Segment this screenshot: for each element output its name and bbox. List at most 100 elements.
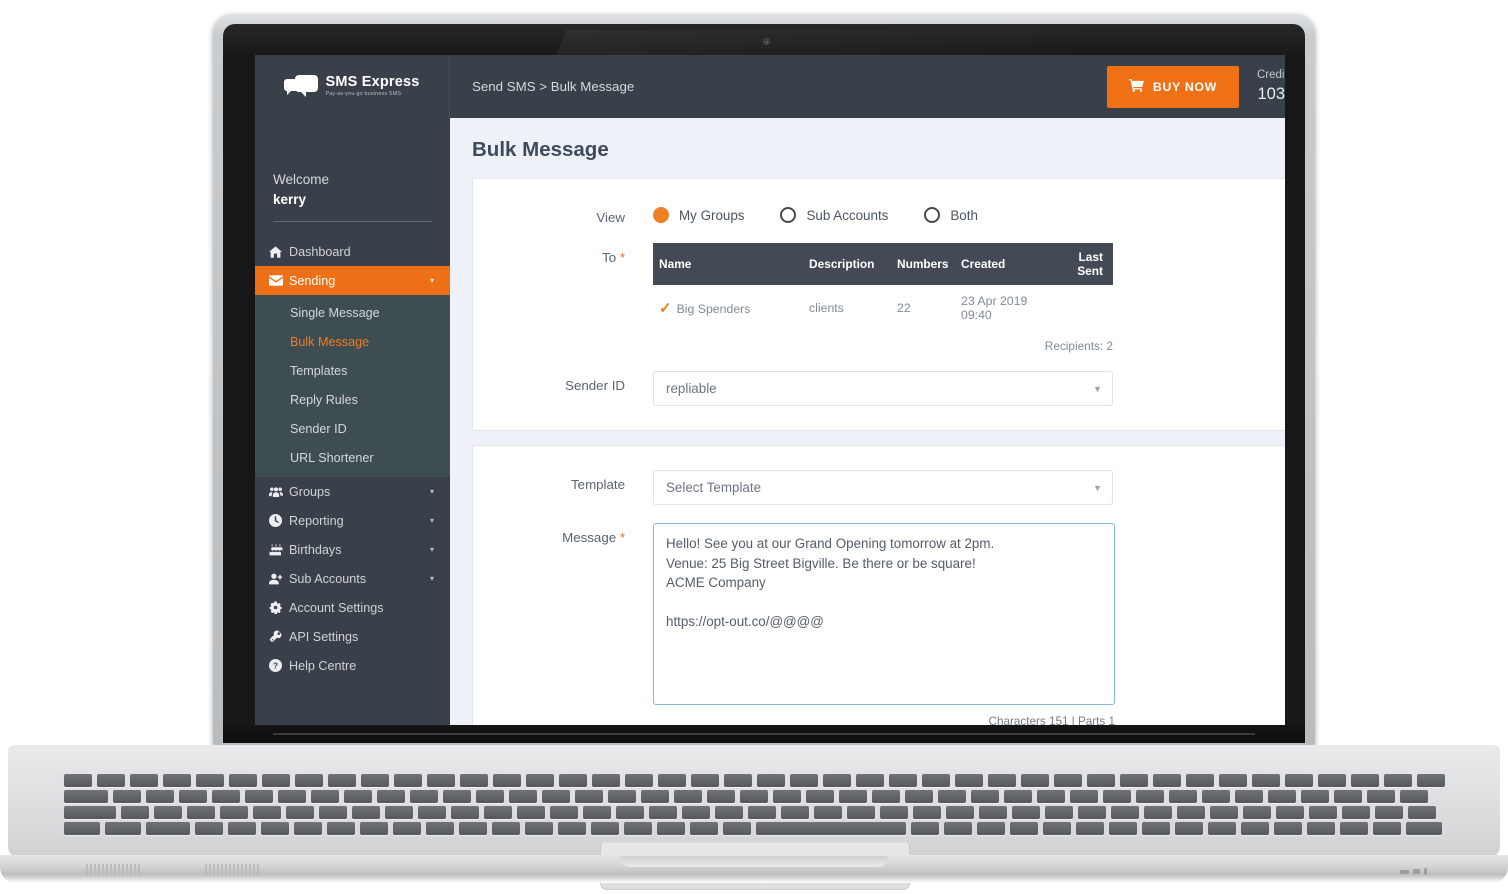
keyboard-key xyxy=(1177,806,1205,819)
sidebar-item-dashboard[interactable]: Dashboard xyxy=(255,237,450,266)
template-label: Template xyxy=(571,477,625,492)
sidebar-item-label: Birthdays xyxy=(289,542,342,557)
page-content: Bulk Message View My Groups Sub Accounts… xyxy=(450,118,1285,725)
keyboard-key xyxy=(526,774,554,787)
vent-slot xyxy=(225,864,227,876)
sidebar-item-label: Reporting xyxy=(289,513,344,528)
sidebar-subitem-single-message[interactable]: Single Message xyxy=(255,298,450,327)
vent-slot xyxy=(253,864,255,876)
view-field-row: View My Groups Sub Accounts Both xyxy=(473,203,1285,225)
vent-slot xyxy=(205,864,207,876)
sidebar-item-account-settings[interactable]: Account Settings xyxy=(255,593,450,622)
users-icon xyxy=(269,486,289,498)
keyboard-key xyxy=(1070,790,1098,803)
sidebar-item-groups[interactable]: Groups ▾ xyxy=(255,477,450,506)
keyboard-key xyxy=(1252,774,1280,787)
sidebar-subitem-bulk-message[interactable]: Bulk Message xyxy=(255,327,450,356)
message-field-row: Message * Characters 151 | Parts 1 VALUE… xyxy=(473,523,1285,725)
keyboard-key xyxy=(682,806,710,819)
sidebar-item-sending[interactable]: Sending ▾ xyxy=(255,266,450,296)
keyboard-key xyxy=(740,790,768,803)
column-header-description[interactable]: Description xyxy=(803,243,891,285)
sidebar-subitem-reply-rules[interactable]: Reply Rules xyxy=(255,385,450,414)
sidebar-item-help-centre[interactable]: ? Help Centre xyxy=(255,651,450,680)
divider xyxy=(273,221,432,223)
keyboard-key xyxy=(1367,790,1395,803)
keyboard-key xyxy=(451,806,479,819)
column-header-created[interactable]: Created xyxy=(955,243,1050,285)
sidebar-submenu-sending: Single Message Bulk Message Templates Re… xyxy=(255,295,450,478)
keyboard-key xyxy=(154,806,182,819)
radio-sub-accounts[interactable]: Sub Accounts xyxy=(780,207,888,223)
sidebar-subitem-templates[interactable]: Templates xyxy=(255,356,450,385)
chevron-down-icon: ▾ xyxy=(429,276,434,286)
groups-table: Name Description Numbers Created Last Se… xyxy=(653,243,1113,331)
cake-icon xyxy=(269,543,289,556)
keyboard-key xyxy=(1219,774,1247,787)
buy-now-button[interactable]: BUY NOW xyxy=(1106,65,1239,108)
sidebar-item-label: Dashboard xyxy=(289,244,351,259)
radio-label: Sub Accounts xyxy=(806,207,889,223)
vent-slot xyxy=(138,864,140,876)
keyboard-key xyxy=(946,806,974,819)
column-header-name[interactable]: Name xyxy=(653,243,803,285)
column-header-numbers[interactable]: Numbers xyxy=(891,243,955,285)
keyboard-key xyxy=(1021,774,1049,787)
column-header-last-sent[interactable]: Last Sent xyxy=(1050,243,1113,285)
keyboard-key xyxy=(295,774,323,787)
table-row[interactable]: ✓ Big Spenders clients 22 23 Apr 2019 09:… xyxy=(653,285,1113,331)
radio-both[interactable]: Both xyxy=(924,207,978,223)
welcome-block: Welcome kerry xyxy=(255,118,450,223)
keyboard-row xyxy=(64,806,1436,819)
message-input[interactable] xyxy=(653,523,1115,705)
keyboard-key xyxy=(459,822,487,835)
keyboard-key xyxy=(944,822,972,835)
vent-slot xyxy=(209,864,211,876)
vent-slot xyxy=(86,864,88,876)
keyboard-key xyxy=(393,822,421,835)
chevron-down-icon: ▾ xyxy=(429,516,434,526)
keyboard-key xyxy=(905,790,933,803)
svg-text:?: ? xyxy=(273,661,278,671)
keyboard-key xyxy=(707,790,735,803)
sidebar-subitem-sender-id[interactable]: Sender ID xyxy=(255,414,450,443)
template-value: Select Template xyxy=(666,480,762,495)
keyboard-key xyxy=(1301,790,1329,803)
radio-my-groups[interactable]: My Groups xyxy=(653,207,744,223)
keyboard-key xyxy=(657,822,685,835)
to-field-row: To * Name Description Numbers Created La… xyxy=(473,243,1285,353)
to-label: To * xyxy=(473,243,653,265)
keyboard-key xyxy=(1186,774,1214,787)
keyboard-key xyxy=(690,822,718,835)
keyboard-key xyxy=(1276,806,1304,819)
sidebar-item-api-settings[interactable]: API Settings xyxy=(255,622,450,651)
sidebar-subitem-url-shortener[interactable]: URL Shortener xyxy=(255,443,450,472)
top-header: Send SMS > Bulk Message BUY NOW Credits … xyxy=(450,55,1285,118)
sender-id-label: Sender ID xyxy=(565,378,625,393)
page-title: Bulk Message xyxy=(472,138,609,161)
logo-area[interactable]: SMS Express Pay-as-you-go business SMS xyxy=(255,55,450,118)
checkmark-icon[interactable]: ✓ xyxy=(659,300,672,317)
template-field-row: Template Select Template ▼ xyxy=(473,470,1285,505)
keyboard-key xyxy=(977,822,1005,835)
keyboard-key xyxy=(220,806,248,819)
sidebar-item-birthdays[interactable]: Birthdays ▾ xyxy=(255,535,450,564)
sidebar-item-reporting[interactable]: Reporting ▾ xyxy=(255,506,450,535)
keyboard-key xyxy=(1334,790,1362,803)
keyboard-key xyxy=(1109,822,1137,835)
sidebar-item-label: API Settings xyxy=(289,629,359,644)
chevron-down-icon: ▼ xyxy=(1093,383,1102,394)
keyboard-key xyxy=(1400,790,1428,803)
sidebar-item-sub-accounts[interactable]: Sub Accounts ▾ xyxy=(255,564,450,593)
keyboard-key xyxy=(187,806,215,819)
keyboard-key xyxy=(1243,806,1271,819)
keyboard-key xyxy=(294,822,322,835)
keyboard-key xyxy=(394,774,422,787)
vent-slot xyxy=(237,864,239,876)
template-select[interactable]: Select Template ▼ xyxy=(653,470,1113,505)
keyboard-key xyxy=(1373,822,1401,835)
keyboard-key xyxy=(1076,822,1104,835)
keyboard-key xyxy=(988,774,1016,787)
keyboard-key xyxy=(212,790,240,803)
sender-id-select[interactable]: repliable ▼ xyxy=(653,371,1113,406)
